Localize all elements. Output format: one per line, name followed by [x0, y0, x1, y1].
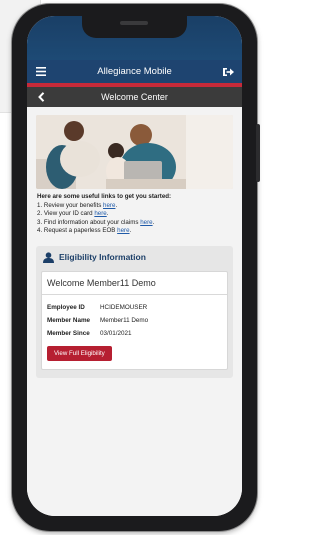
link-item-end: .	[129, 227, 132, 235]
page-header: Welcome Center	[27, 87, 242, 107]
link-item-id-card: 2. View your ID card here.	[37, 210, 232, 219]
link-item-end: .	[115, 201, 118, 209]
phone-frame: Allegiance Mobile Welcome Center Here ar…	[12, 4, 260, 531]
link-item-text: 1. Review your benefits	[37, 201, 104, 209]
claims-link[interactable]: here	[140, 219, 152, 226]
useful-links: Here are some useful links to get you st…	[36, 193, 233, 236]
eligibility-header: Eligibility Information	[41, 252, 228, 263]
status-bar	[27, 16, 242, 60]
main-content: Here are some useful links to get you st…	[27, 107, 242, 516]
link-item-claims: 3. Find information about your claims he…	[37, 219, 232, 228]
id-card-link[interactable]: here	[94, 210, 106, 217]
link-item-end: .	[152, 218, 155, 226]
links-intro: Here are some useful links to get you st…	[37, 193, 172, 200]
link-item-end: .	[106, 210, 109, 218]
member-fields: Employee ID HCIDEMOUSER Member Name Memb…	[42, 295, 227, 340]
eligibility-card: Eligibility Information Welcome Member11…	[36, 245, 233, 378]
phone-notch	[82, 16, 187, 38]
link-item-eob: 4. Request a paperless EOB here.	[37, 227, 232, 236]
logout-icon[interactable]	[216, 60, 240, 83]
phone-side-button	[256, 124, 260, 182]
view-full-eligibility-button[interactable]: View Full Eligibility	[47, 345, 112, 361]
page-title: Welcome Center	[101, 92, 168, 102]
field-value: 03/01/2021	[100, 329, 132, 337]
field-label: Employee ID	[47, 303, 85, 311]
link-item-text: 4. Request a paperless EOB	[37, 227, 118, 235]
field-label: Member Since	[47, 329, 90, 337]
app-header: Allegiance Mobile	[27, 60, 242, 83]
app-title: Allegiance Mobile	[97, 66, 172, 77]
field-value: Member11 Demo	[100, 316, 149, 324]
hero-image	[36, 115, 233, 189]
field-member-name: Member Name Member11 Demo	[47, 314, 222, 327]
speaker-grille	[120, 21, 148, 25]
field-employee-id: Employee ID HCIDEMOUSER	[47, 301, 222, 314]
phone-screen: Allegiance Mobile Welcome Center Here ar…	[27, 16, 242, 516]
link-item-text: 3. Find information about your claims	[37, 218, 141, 226]
eligibility-body: Welcome Member11 Demo Employee ID HCIDEM…	[41, 270, 228, 370]
eligibility-heading: Eligibility Information	[59, 252, 146, 263]
user-icon	[43, 252, 54, 263]
eob-link[interactable]: here	[117, 227, 129, 234]
link-item-benefits: 1. Review your benefits here.	[37, 202, 232, 211]
field-label: Member Name	[47, 316, 91, 324]
welcome-message: Welcome Member11 Demo	[42, 272, 227, 295]
field-value: HCIDEMOUSER	[100, 303, 148, 311]
field-member-since: Member Since 03/01/2021	[47, 327, 222, 340]
benefits-link[interactable]: here	[103, 202, 115, 209]
link-item-text: 2. View your ID card	[37, 210, 95, 218]
